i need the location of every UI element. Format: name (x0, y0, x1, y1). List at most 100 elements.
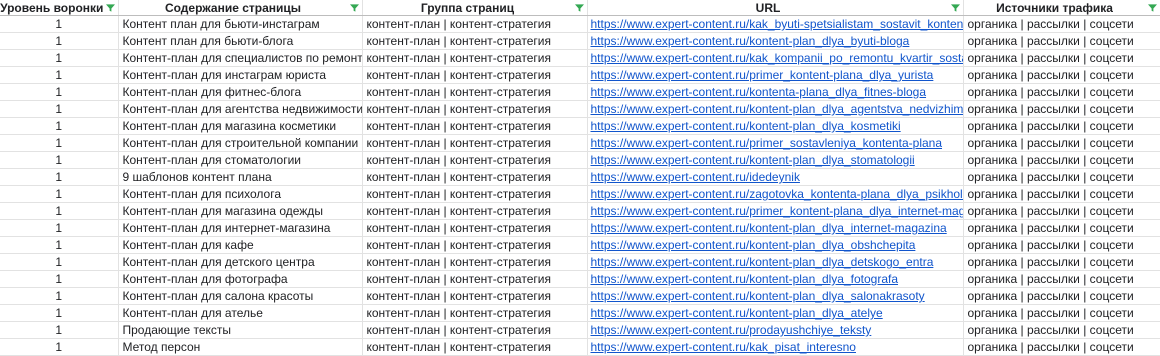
table-row[interactable]: 1 Контент-план для ателье контент-план | к… (0, 304, 1160, 322)
funnel-level-cell[interactable]: 1 (0, 202, 119, 220)
url-link[interactable]: https://www.expert-content.ru/kontent-pl… (588, 255, 934, 269)
traffic-sources-cell[interactable]: органика | рассылки | соцсети (963, 15, 1160, 33)
url-link[interactable]: https://www.expert-content.ru/kontent-pl… (588, 119, 901, 133)
url-cell[interactable]: https://www.expert-content.ru/kontent-pl… (587, 32, 964, 50)
traffic-sources-cell[interactable]: органика | рассылки | соцсети (963, 66, 1160, 84)
funnel-level-cell[interactable]: 1 (0, 32, 119, 50)
funnel-level-cell[interactable]: 1 (0, 134, 119, 152)
funnel-level-cell[interactable]: 1 (0, 321, 119, 339)
funnel-level-cell[interactable]: 1 (0, 236, 119, 254)
page-content-cell[interactable]: Контент-план для интернет-магазина (118, 219, 363, 237)
url-link[interactable]: https://www.expert-content.ru/primer_sos… (588, 136, 943, 150)
url-link[interactable]: https://www.expert-content.ru/idedeynik (588, 170, 800, 184)
url-link[interactable]: https://www.expert-content.ru/kak_byuti-… (588, 17, 963, 31)
funnel-level-cell[interactable]: 1 (0, 219, 119, 237)
table-row[interactable]: 1 Контент-план для фотографа контент-план … (0, 270, 1160, 288)
url-link[interactable]: https://www.expert-content.ru/kontenta-p… (588, 85, 927, 99)
url-cell[interactable]: https://www.expert-content.ru/primer_kon… (587, 202, 964, 220)
url-link[interactable]: https://www.expert-content.ru/kontent-pl… (588, 153, 915, 167)
traffic-sources-cell[interactable]: органика | рассылки | соцсети (963, 32, 1160, 50)
page-content-cell[interactable]: Контент-план для строительной компании (118, 134, 363, 152)
page-content-cell[interactable]: Контент-план для салона красоты (118, 287, 363, 305)
url-link[interactable]: https://www.expert-content.ru/zagotovka_… (588, 187, 963, 201)
url-cell[interactable]: https://www.expert-content.ru/kontent-pl… (587, 304, 964, 322)
traffic-sources-cell[interactable]: органика | рассылки | соцсети (963, 168, 1160, 186)
page-group-cell[interactable]: контент-план | контент-стратегия (362, 185, 588, 203)
url-link[interactable]: https://www.expert-content.ru/kontent-pl… (588, 306, 883, 320)
page-content-cell[interactable]: Контент-план для кафе (118, 236, 363, 254)
url-cell[interactable]: https://www.expert-content.ru/primer_sos… (587, 134, 964, 152)
table-row[interactable]: 1 Контент-план для строительной компании к… (0, 134, 1160, 152)
page-group-cell[interactable]: контент-план | контент-стратегия (362, 236, 588, 254)
traffic-sources-cell[interactable]: органика | рассылки | соцсети (963, 202, 1160, 220)
url-cell[interactable]: https://www.expert-content.ru/idedeynik (587, 168, 964, 186)
url-cell[interactable]: https://www.expert-content.ru/zagotovka_… (587, 185, 964, 203)
funnel-level-cell[interactable]: 1 (0, 100, 119, 118)
table-row[interactable]: 1 Контент-план для инстаграм юриста контен… (0, 66, 1160, 84)
url-cell[interactable]: https://www.expert-content.ru/primer_kon… (587, 66, 964, 84)
traffic-sources-cell[interactable]: органика | рассылки | соцсети (963, 83, 1160, 101)
page-content-cell[interactable]: Контент-план для детского центра (118, 253, 363, 271)
url-link[interactable]: https://www.expert-content.ru/primer_kon… (588, 68, 934, 82)
funnel-level-cell[interactable]: 1 (0, 117, 119, 135)
funnel-level-cell[interactable]: 1 (0, 168, 119, 186)
traffic-sources-cell[interactable]: органика | рассылки | соцсети (963, 49, 1160, 67)
url-cell[interactable]: https://www.expert-content.ru/kontent-pl… (587, 219, 964, 237)
page-group-cell[interactable]: контент-план | контент-стратегия (362, 287, 588, 305)
page-group-cell[interactable]: контент-план | контент-стратегия (362, 270, 588, 288)
traffic-sources-cell[interactable]: органика | рассылки | соцсети (963, 185, 1160, 203)
page-content-cell[interactable]: Контент-план для магазина одежды (118, 202, 363, 220)
page-group-cell[interactable]: контент-план | контент-стратегия (362, 15, 588, 33)
url-cell[interactable]: https://www.expert-content.ru/prodayushc… (587, 321, 964, 339)
url-cell[interactable]: https://www.expert-content.ru/kontent-pl… (587, 151, 964, 169)
traffic-sources-cell[interactable]: органика | рассылки | соцсети (963, 236, 1160, 254)
table-row[interactable]: 1 Контент-план для магазина косметики конт… (0, 117, 1160, 135)
table-row[interactable]: 1 Контент-план для фитнес-блога контент-пл… (0, 83, 1160, 101)
url-cell[interactable]: https://www.expert-content.ru/kontent-pl… (587, 287, 964, 305)
page-content-cell[interactable]: Контент-план для фитнес-блога (118, 83, 363, 101)
page-group-cell[interactable]: контент-план | контент-стратегия (362, 304, 588, 322)
traffic-sources-cell[interactable]: органика | рассылки | соцсети (963, 253, 1160, 271)
page-group-cell[interactable]: контент-план | контент-стратегия (362, 134, 588, 152)
page-group-cell[interactable]: контент-план | контент-стратегия (362, 338, 588, 356)
page-content-cell[interactable]: Контент-план для ателье (118, 304, 363, 322)
column-header-funnel-level[interactable]: Уровень воронки (0, 0, 119, 16)
page-group-cell[interactable]: контент-план | контент-стратегия (362, 32, 588, 50)
funnel-level-cell[interactable]: 1 (0, 304, 119, 322)
url-cell[interactable]: https://www.expert-content.ru/kontent-pl… (587, 100, 964, 118)
table-row[interactable]: 1 Контент-план для стоматологии контент-пл… (0, 151, 1160, 169)
page-content-cell[interactable]: Контент-план для инстаграм юриста (118, 66, 363, 84)
funnel-level-cell[interactable]: 1 (0, 151, 119, 169)
table-row[interactable]: 1 Контент план для бьюти-инстаграм контент… (0, 15, 1160, 33)
table-row[interactable]: 1 Контент-план для кафе контент-план | кон… (0, 236, 1160, 254)
traffic-sources-cell[interactable]: органика | рассылки | соцсети (963, 134, 1160, 152)
url-link[interactable]: https://www.expert-content.ru/prodayushc… (588, 323, 872, 337)
url-cell[interactable]: https://www.expert-content.ru/kontent-pl… (587, 253, 964, 271)
page-group-cell[interactable]: контент-план | контент-стратегия (362, 168, 588, 186)
funnel-level-cell[interactable]: 1 (0, 66, 119, 84)
table-row[interactable]: 1 Контент-план для специалистов по ремонт… (0, 49, 1160, 67)
table-row[interactable]: 1 Контент-план для интернет-магазина конте… (0, 219, 1160, 237)
page-group-cell[interactable]: контент-план | контент-стратегия (362, 117, 588, 135)
traffic-sources-cell[interactable]: органика | рассылки | соцсети (963, 321, 1160, 339)
url-cell[interactable]: https://www.expert-content.ru/kak_kompan… (587, 49, 964, 67)
table-row[interactable]: 1 Контент-план для психолога контент-план … (0, 185, 1160, 203)
page-content-cell[interactable]: Контент-план для психолога (118, 185, 363, 203)
table-row[interactable]: 1 Продающие тексты контент-план | контент-… (0, 321, 1160, 339)
funnel-level-cell[interactable]: 1 (0, 338, 119, 356)
url-link[interactable]: https://www.expert-content.ru/kontent-pl… (588, 289, 925, 303)
page-content-cell[interactable]: Метод персон (118, 338, 363, 356)
page-group-cell[interactable]: контент-план | контент-стратегия (362, 202, 588, 220)
funnel-level-cell[interactable]: 1 (0, 15, 119, 33)
page-content-cell[interactable]: Контент-план для стоматологии (118, 151, 363, 169)
url-link[interactable]: https://www.expert-content.ru/kontent-pl… (588, 34, 910, 48)
column-header-url[interactable]: URL (587, 0, 964, 16)
page-group-cell[interactable]: контент-план | контент-стратегия (362, 151, 588, 169)
page-content-cell[interactable]: Контент-план для фотографа (118, 270, 363, 288)
funnel-level-cell[interactable]: 1 (0, 49, 119, 67)
url-cell[interactable]: https://www.expert-content.ru/kak_byuti-… (587, 15, 964, 33)
page-group-cell[interactable]: контент-план | контент-стратегия (362, 66, 588, 84)
table-row[interactable]: 1 Контент-план для детского центра контент… (0, 253, 1160, 271)
url-link[interactable]: https://www.expert-content.ru/kontent-pl… (588, 102, 963, 116)
funnel-level-cell[interactable]: 1 (0, 253, 119, 271)
